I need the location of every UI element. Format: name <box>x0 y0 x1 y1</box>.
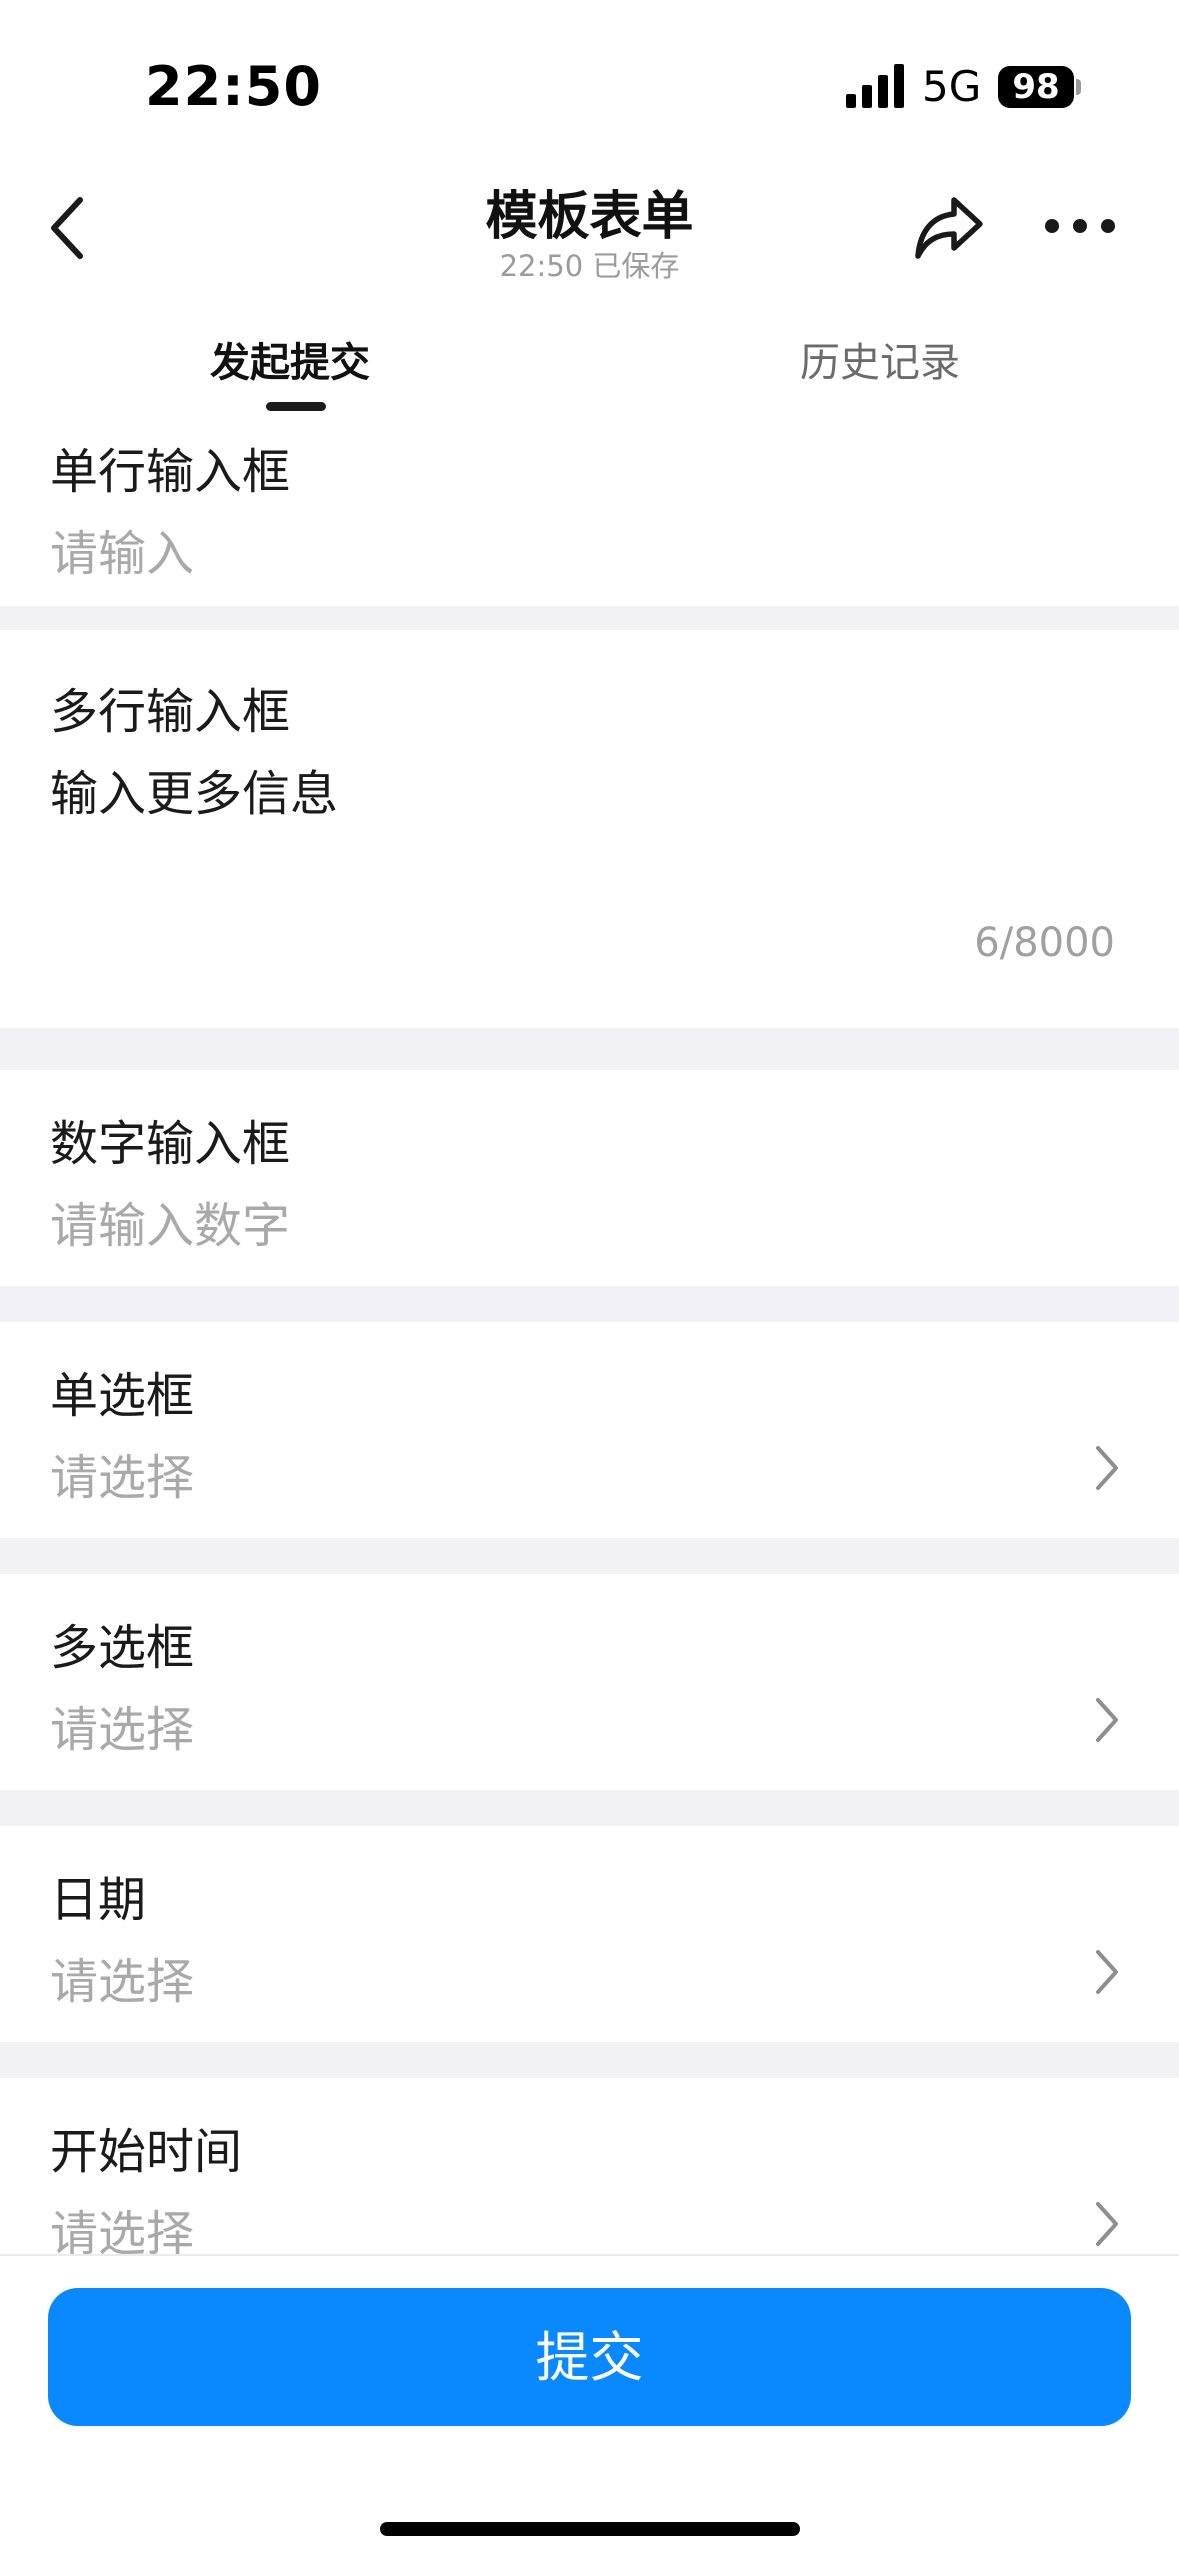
chevron-right-icon <box>1096 1950 1118 1994</box>
field-multi-line[interactable]: 多行输入框 输入更多信息 6/8000 <box>0 630 1179 1028</box>
field-single-select[interactable]: 单选框 请选择 <box>0 1322 1179 1538</box>
start-time-picker[interactable]: 请选择 <box>50 2194 194 2254</box>
home-indicator[interactable] <box>380 2522 800 2536</box>
field-start-time[interactable]: 开始时间 请选择 <box>0 2078 1179 2254</box>
battery-tip <box>1076 79 1081 95</box>
multi-select-picker[interactable]: 请选择 <box>50 1690 194 1760</box>
single-line-input[interactable]: 请输入 <box>50 514 194 584</box>
share-arrow-icon[interactable] <box>910 190 986 266</box>
submit-button[interactable]: 提交 <box>48 2288 1131 2426</box>
more-dots-icon[interactable] <box>1040 204 1120 248</box>
tab-history[interactable]: 历史记录 <box>800 330 960 388</box>
chevron-right-icon <box>1096 1446 1118 1490</box>
field-single-line[interactable]: 单行输入框 请输入 <box>0 412 1179 606</box>
multi-line-input[interactable]: 输入更多信息 <box>50 754 338 824</box>
form-scroll-area[interactable]: 单行输入框 请输入 多行输入框 输入更多信息 6/8000 数字输入框 请输入数… <box>0 412 1179 2254</box>
field-multi-select[interactable]: 多选框 请选择 <box>0 1574 1179 1790</box>
tab-submit[interactable]: 发起提交 <box>210 330 370 388</box>
chevron-right-icon <box>1096 1698 1118 1742</box>
field-label: 日期 <box>50 1872 147 1928</box>
field-label: 多选框 <box>50 1620 195 1676</box>
status-bar: 22:50 5G 98 <box>0 0 1179 175</box>
single-select-picker[interactable]: 请选择 <box>50 1438 194 1508</box>
save-status: 22:50 已保存 <box>499 249 680 283</box>
status-time: 22:50 <box>145 55 322 118</box>
tab-indicator <box>266 402 326 411</box>
field-label: 单行输入框 <box>50 444 291 500</box>
date-picker[interactable]: 请选择 <box>50 1942 194 2012</box>
char-counter: 6/8000 <box>974 920 1115 966</box>
page-title: 模板表单 <box>485 187 694 247</box>
number-input[interactable]: 请输入数字 <box>50 1186 290 1256</box>
field-label: 数字输入框 <box>50 1116 291 1172</box>
field-label: 单选框 <box>50 1368 195 1424</box>
battery-icon: 98 <box>998 66 1074 108</box>
field-label: 多行输入框 <box>50 684 291 740</box>
bottom-bar: 提交 <box>0 2254 1179 2558</box>
signal-icon <box>846 64 904 108</box>
field-number[interactable]: 数字输入框 请输入数字 <box>0 1070 1179 1286</box>
chevron-right-icon <box>1096 2202 1118 2246</box>
field-label: 开始时间 <box>50 2124 243 2180</box>
field-date[interactable]: 日期 请选择 <box>0 1826 1179 2042</box>
network-type: 5G <box>922 62 982 111</box>
